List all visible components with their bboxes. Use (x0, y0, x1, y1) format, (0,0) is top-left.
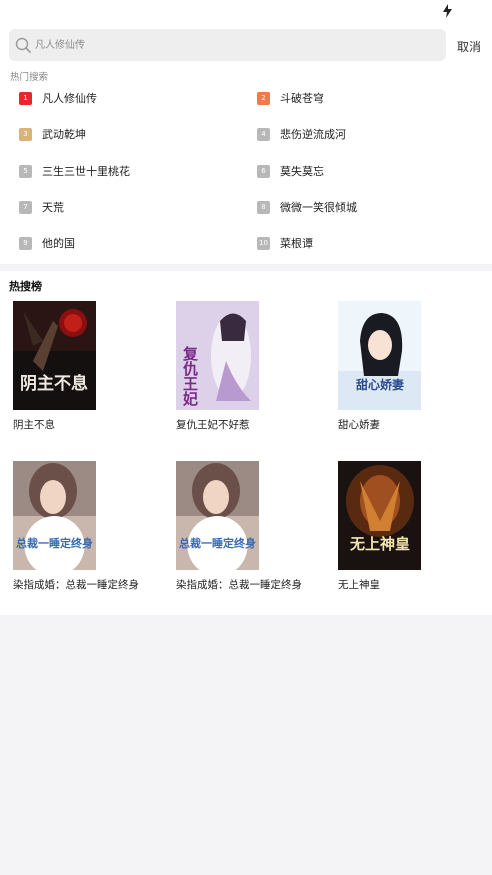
cover-title: 复仇王妃 (181, 345, 199, 407)
book-card[interactable]: 阴主不息 阴主不息 (13, 301, 153, 432)
book-card[interactable]: 复仇王妃 复仇王妃不好惹 (176, 301, 316, 432)
rank-badge: 8 (257, 200, 270, 214)
hot-search-item[interactable]: 8 微微一笑很倾城 (257, 198, 357, 216)
hot-search-label: 莫失莫忘 (280, 165, 324, 178)
hot-search-label: 他的国 (42, 237, 75, 250)
book-card[interactable]: 甜心娇妻 甜心娇妻 (338, 301, 478, 432)
book-cover[interactable]: 无上神皇 (338, 461, 421, 570)
hot-search-label: 悲伤逆流成河 (280, 128, 346, 141)
rank-badge: 1 (19, 91, 32, 105)
book-cover[interactable]: 甜心娇妻 (338, 301, 421, 410)
hot-search-item[interactable]: 1 凡人修仙传 (19, 89, 97, 107)
hot-search-label: 凡人修仙传 (42, 92, 97, 105)
book-title: 阴主不息 (13, 419, 55, 431)
hot-search-item[interactable]: 5 三生三世十里桃花 (19, 162, 130, 180)
search-icon (15, 37, 31, 53)
cover-title: 无上神皇 (349, 535, 410, 553)
rank-badge: 4 (257, 127, 270, 141)
book-card[interactable]: 总裁一睡定终身 染指成婚：总裁一睡定终身 (176, 461, 316, 592)
hot-search-item[interactable]: 4 悲伤逆流成河 (257, 125, 346, 143)
search-panel: 取消 热门搜索 1 凡人修仙传 2 斗破苍穹 3 武动乾坤 4 悲伤逆流成河 5… (0, 22, 492, 264)
hot-search-label: 天荒 (42, 201, 64, 214)
cancel-button[interactable]: 取消 (453, 37, 485, 55)
hot-search-label: 斗破苍穹 (280, 92, 324, 105)
hot-list-title: 热搜榜 (9, 280, 42, 293)
book-title: 染指成婚：总裁一睡定终身 (176, 579, 302, 591)
book-title: 染指成婚：总裁一睡定终身 (13, 579, 139, 591)
hot-search-label: 菜根谭 (280, 237, 313, 250)
book-cover[interactable]: 总裁一睡定终身 (176, 461, 259, 570)
cover-title: 阴主不息 (20, 373, 88, 394)
book-title: 无上神皇 (338, 579, 380, 591)
rank-badge: 6 (257, 164, 270, 178)
hot-search-label: 武动乾坤 (42, 128, 86, 141)
status-bar (0, 0, 492, 22)
book-title: 复仇王妃不好惹 (176, 419, 250, 431)
book-cover[interactable]: 复仇王妃 (176, 301, 259, 410)
book-cover[interactable]: 阴主不息 (13, 301, 96, 410)
rank-badge: 7 (19, 200, 32, 214)
hot-search-item[interactable]: 3 武动乾坤 (19, 125, 86, 143)
hot-search-label: 三生三世十里桃花 (42, 165, 130, 178)
rank-badge: 3 (19, 127, 32, 141)
search-input[interactable] (35, 35, 435, 55)
search-box[interactable] (9, 29, 446, 61)
rank-badge: 2 (257, 91, 270, 105)
charging-bolt-icon (443, 4, 452, 18)
hot-search-item[interactable]: 9 他的国 (19, 234, 75, 252)
book-card[interactable]: 无上神皇 无上神皇 (338, 461, 478, 592)
cover-title: 总裁一睡定终身 (16, 536, 93, 550)
rank-badge: 5 (19, 164, 32, 178)
cover-title: 甜心娇妻 (356, 377, 404, 392)
rank-badge: 9 (19, 236, 32, 250)
book-card[interactable]: 总裁一睡定终身 染指成婚：总裁一睡定终身 (13, 461, 153, 592)
hot-search-label: 微微一笑很倾城 (280, 201, 357, 214)
rank-badge: 10 (257, 236, 270, 250)
hot-search-item[interactable]: 10 菜根谭 (257, 234, 313, 252)
cover-title: 总裁一睡定终身 (179, 536, 256, 550)
hot-search-item[interactable]: 7 天荒 (19, 198, 64, 216)
hot-list-section: 热搜榜 阴主不息 阴主不息 复仇王妃 复仇王妃不好惹 甜心娇妻 甜心娇妻 总裁一… (0, 271, 492, 615)
hot-search-item[interactable]: 6 莫失莫忘 (257, 162, 324, 180)
book-cover[interactable]: 总裁一睡定终身 (13, 461, 96, 570)
book-title: 甜心娇妻 (338, 419, 380, 431)
hot-search-title: 热门搜索 (10, 72, 49, 83)
hot-search-item[interactable]: 2 斗破苍穹 (257, 89, 324, 107)
